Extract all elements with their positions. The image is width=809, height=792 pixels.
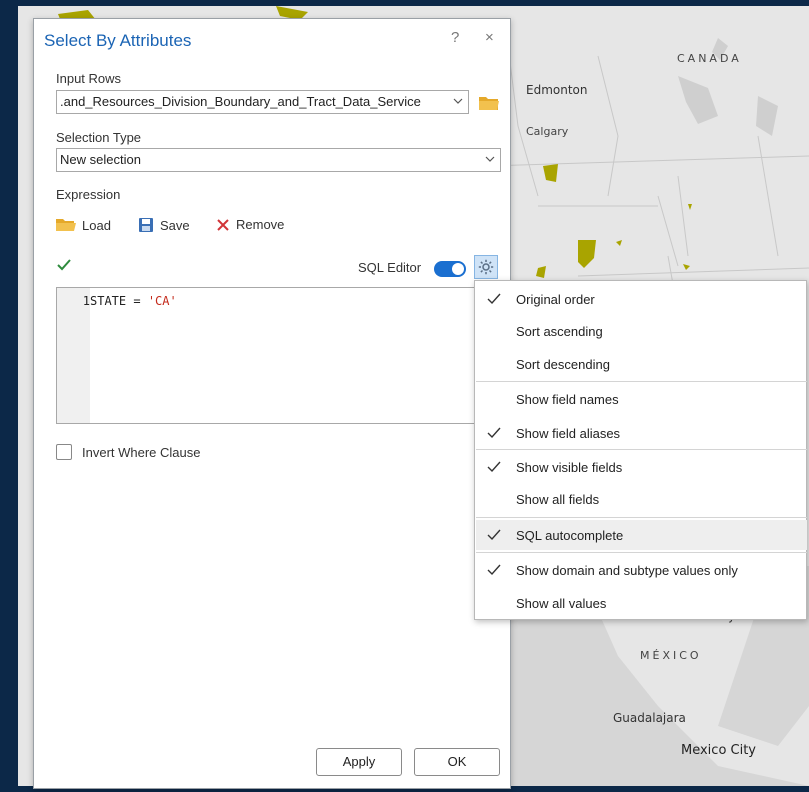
- browse-folder-icon[interactable]: [478, 93, 500, 113]
- checkmark-icon: [487, 564, 501, 576]
- menu-item-label: Sort ascending: [516, 324, 603, 339]
- apply-button[interactable]: Apply: [316, 748, 402, 776]
- map-label-guadalajara: Guadalajara: [613, 711, 686, 725]
- menu-separator: [476, 517, 807, 518]
- menu-item-show-all-values[interactable]: Show all values: [476, 588, 807, 618]
- map-label-calgary: Calgary: [526, 125, 569, 138]
- gear-icon: [478, 259, 494, 275]
- load-button[interactable]: Load: [56, 217, 111, 233]
- select-by-attributes-dialog: Select By Attributes ? × Input Rows .and…: [33, 18, 511, 789]
- invert-where-clause-row[interactable]: Invert Where Clause: [56, 444, 201, 460]
- menu-item-label: Show field aliases: [516, 426, 621, 441]
- menu-item-label: Original order: [516, 292, 595, 307]
- chevron-down-icon: [453, 98, 463, 104]
- menu-item-label: Show field names: [516, 392, 619, 407]
- options-button[interactable]: [474, 255, 498, 279]
- selection-type-value: New selection: [60, 152, 141, 167]
- input-rows-select[interactable]: .and_Resources_Division_Boundary_and_Tra…: [56, 90, 469, 114]
- expression-options-menu: Original order Sort ascending Sort desce…: [474, 280, 807, 620]
- dialog-title: Select By Attributes: [44, 31, 192, 50]
- menu-item-show-all-fields[interactable]: Show all fields: [476, 484, 807, 514]
- sql-field: STATE: [90, 294, 127, 308]
- help-button[interactable]: ?: [451, 29, 459, 46]
- sql-operator: =: [126, 294, 148, 308]
- save-button[interactable]: Save: [138, 217, 190, 233]
- menu-item-sql-autocomplete[interactable]: SQL autocomplete: [476, 520, 807, 550]
- line-number: 1: [82, 294, 90, 308]
- invert-where-clause-checkbox[interactable]: [56, 444, 72, 460]
- menu-item-label: Sort descending: [516, 357, 610, 372]
- sql-expression-editor[interactable]: 1STATE = 'CA': [56, 287, 501, 424]
- menu-item-original-order[interactable]: Original order: [476, 284, 807, 314]
- remove-label: Remove: [236, 217, 285, 232]
- map-label-edmonton: Edmonton: [526, 83, 588, 97]
- expression-label: Expression: [56, 187, 121, 202]
- remove-button[interactable]: Remove: [216, 217, 284, 232]
- map-label-mexico: MÉXICO: [640, 649, 702, 662]
- valid-check-icon: [57, 259, 71, 271]
- folder-open-icon: [56, 219, 76, 231]
- sql-editor-label: SQL Editor: [358, 260, 422, 275]
- chevron-down-icon: [485, 156, 495, 162]
- menu-item-label: Show visible fields: [516, 460, 623, 475]
- selection-type-select[interactable]: New selection: [56, 148, 501, 172]
- menu-item-show-domain-subtype-values[interactable]: Show domain and subtype values only: [476, 555, 807, 585]
- input-rows-value: .and_Resources_Division_Boundary_and_Tra…: [60, 94, 421, 109]
- sql-line: 1STATE = 'CA': [57, 294, 177, 308]
- remove-x-icon: [217, 218, 229, 231]
- sql-editor-toggle[interactable]: [434, 261, 466, 277]
- save-disk-icon: [139, 218, 153, 232]
- close-button[interactable]: ×: [485, 29, 494, 46]
- invert-where-clause-label: Invert Where Clause: [82, 444, 201, 460]
- input-rows-label: Input Rows: [56, 71, 122, 86]
- toggle-knob: [452, 263, 464, 275]
- menu-item-sort-ascending[interactable]: Sort ascending: [476, 316, 807, 346]
- checkmark-icon: [487, 461, 501, 473]
- menu-item-label: Show all values: [516, 596, 607, 611]
- checkmark-icon: [487, 529, 501, 541]
- menu-separator: [476, 552, 807, 553]
- menu-item-show-field-names[interactable]: Show field names: [476, 384, 807, 414]
- menu-separator: [476, 449, 807, 450]
- menu-item-label: Show domain and subtype values only: [516, 563, 738, 578]
- load-label: Load: [82, 217, 111, 233]
- map-label-canada: CANADA: [677, 52, 742, 65]
- selection-type-label: Selection Type: [56, 130, 142, 145]
- sql-value: 'CA': [147, 294, 177, 308]
- menu-separator: [476, 381, 807, 382]
- save-label: Save: [160, 217, 190, 233]
- menu-item-label: SQL autocomplete: [516, 528, 624, 543]
- menu-item-label: Show all fields: [516, 492, 600, 507]
- menu-item-show-field-aliases[interactable]: Show field aliases: [476, 418, 807, 448]
- checkmark-icon: [487, 427, 501, 439]
- menu-item-sort-descending[interactable]: Sort descending: [476, 349, 807, 379]
- line-number-gutter: [57, 288, 90, 423]
- map-label-mexico-city: Mexico City: [681, 743, 757, 758]
- checkmark-icon: [487, 293, 501, 305]
- menu-item-show-visible-fields[interactable]: Show visible fields: [476, 452, 807, 482]
- ok-button[interactable]: OK: [414, 748, 500, 776]
